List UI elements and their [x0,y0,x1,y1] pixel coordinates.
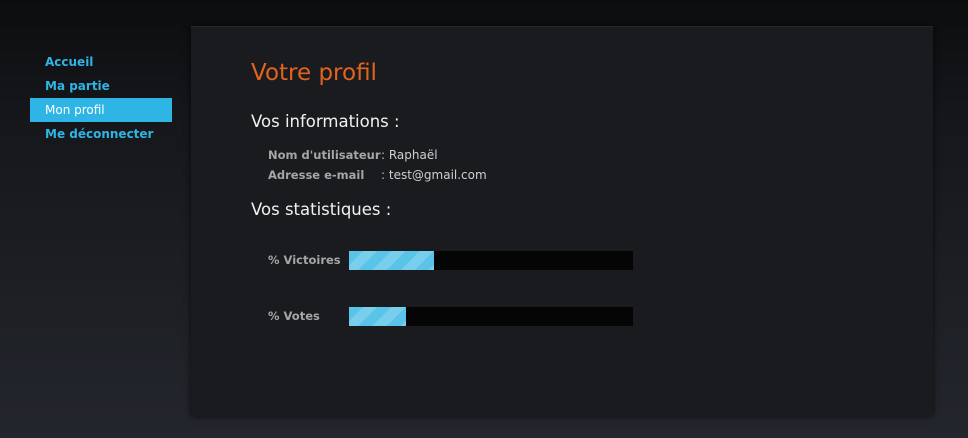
stat-label-votes: % Votes [268,309,320,323]
username-value: Raphaël [388,148,438,162]
sidebar-nav: Accueil Ma partie Mon profil Me déconnec… [30,50,172,146]
username-label: Nom d'utilisateur [268,148,381,162]
email-row: Adresse e-mail: test@gmail.com [268,168,487,182]
email-value: test@gmail.com [388,168,487,182]
email-separator: : [381,168,389,182]
stat-label-victoires: % Victoires [268,253,341,267]
nav-item-ma-partie[interactable]: Ma partie [30,74,172,98]
email-label: Adresse e-mail [268,168,365,182]
nav-item-me-deconnecter[interactable]: Me déconnecter [30,122,172,146]
progress-fill-victoires [349,251,435,270]
progress-bar-victoires [349,251,633,270]
page-title: Votre profil [251,60,377,86]
username-row: Nom d'utilisateur: Raphaël [268,148,438,162]
info-section-title: Vos informations : [251,112,400,131]
nav-item-mon-profil[interactable]: Mon profil [30,98,172,122]
progress-fill-votes [349,307,406,326]
username-separator: : [381,148,389,162]
stats-section-title: Vos statistiques : [251,200,392,219]
profile-panel: Votre profil Vos informations : Nom d'ut… [191,26,933,416]
nav-item-accueil[interactable]: Accueil [30,50,172,74]
progress-bar-votes [349,307,633,326]
